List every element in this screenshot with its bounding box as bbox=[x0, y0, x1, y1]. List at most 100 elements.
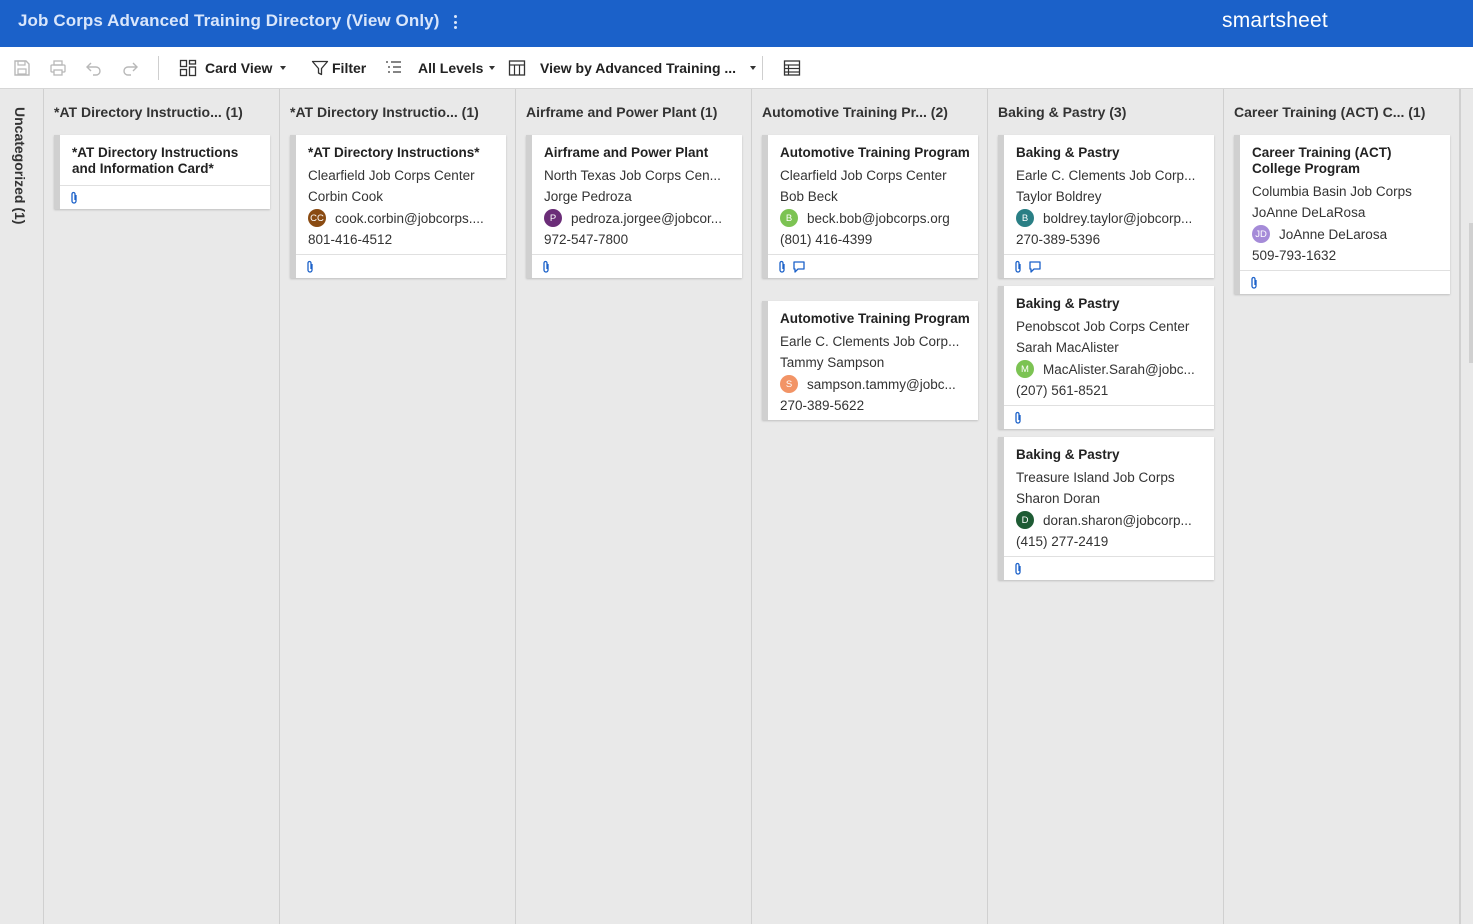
card[interactable]: Career Training (ACT) College Program Co… bbox=[1234, 135, 1450, 294]
lane-airframe: Airframe and Power Plant (1) Airframe an… bbox=[516, 89, 752, 924]
card[interactable]: Baking & Pastry Treasure Island Job Corp… bbox=[998, 437, 1214, 580]
card-email: M MacAlister.Sarah@jobc... bbox=[1016, 358, 1206, 380]
redo-icon[interactable] bbox=[120, 58, 140, 78]
card-center: North Texas Job Corps Cen... bbox=[544, 168, 721, 183]
avatar: CC bbox=[308, 209, 326, 227]
card[interactable]: Baking & Pastry Earle C. Clements Job Co… bbox=[998, 135, 1214, 278]
lane-header[interactable]: Career Training (ACT) C... (1) bbox=[1234, 104, 1454, 120]
comment-icon[interactable] bbox=[792, 260, 806, 274]
card-footer bbox=[768, 254, 978, 278]
card-title: *AT Directory Instructions* bbox=[308, 145, 480, 160]
card-footer bbox=[1240, 270, 1450, 294]
uncategorized-lane[interactable]: Uncategorized (1) bbox=[0, 89, 44, 924]
card-email-text: JoAnne DeLarosa bbox=[1279, 226, 1388, 242]
card-center: Columbia Basin Job Corps bbox=[1252, 184, 1412, 199]
card-center: Earle C. Clements Job Corp... bbox=[1016, 168, 1196, 183]
levels-icon bbox=[386, 61, 401, 73]
next-lane-card-edge bbox=[1469, 223, 1473, 363]
card-contact-name: JoAnne DeLaRosa bbox=[1252, 205, 1366, 220]
card-email: JD JoAnne DeLarosa bbox=[1252, 223, 1442, 245]
card-title: Baking & Pastry bbox=[1016, 296, 1120, 311]
card-email: D doran.sharon@jobcorp... bbox=[1016, 509, 1206, 531]
card-footer bbox=[296, 254, 506, 278]
filter-button[interactable]: Filter bbox=[311, 57, 366, 79]
card-email-text: cook.corbin@jobcorps.... bbox=[335, 210, 484, 226]
undo-icon[interactable] bbox=[84, 58, 104, 78]
card-center: Penobscot Job Corps Center bbox=[1016, 319, 1190, 334]
lane-career-training: Career Training (ACT) C... (1) Career Tr… bbox=[1224, 89, 1460, 924]
card-contact-name: Tammy Sampson bbox=[780, 355, 885, 370]
card-email-text: beck.bob@jobcorps.org bbox=[807, 210, 950, 226]
card[interactable]: Airframe and Power Plant North Texas Job… bbox=[526, 135, 742, 278]
lane-header[interactable]: Airframe and Power Plant (1) bbox=[526, 104, 746, 120]
view-by-button[interactable]: View by Advanced Training ... bbox=[508, 57, 757, 79]
card-title: Career Training (ACT) College Program bbox=[1252, 145, 1392, 176]
view-by-icon bbox=[508, 60, 526, 76]
attachment-icon[interactable] bbox=[1012, 260, 1024, 274]
lane-header[interactable]: *AT Directory Instructio... (1) bbox=[290, 104, 510, 120]
card-contact-name: Sarah MacAlister bbox=[1016, 340, 1119, 355]
more-options-icon[interactable] bbox=[450, 12, 460, 32]
card-title: Automotive Training Program bbox=[780, 311, 970, 326]
attachment-icon[interactable] bbox=[1012, 411, 1024, 425]
card-email-text: boldrey.taylor@jobcorp... bbox=[1043, 210, 1193, 226]
lane-automotive: Automotive Training Pr... (2) Automotive… bbox=[752, 89, 988, 924]
card-phone: (801) 416-4399 bbox=[780, 232, 873, 247]
card-email-text: MacAlister.Sarah@jobc... bbox=[1043, 361, 1195, 377]
avatar: D bbox=[1016, 511, 1034, 529]
avatar: B bbox=[1016, 209, 1034, 227]
card-email-text: doran.sharon@jobcorp... bbox=[1043, 512, 1192, 528]
card[interactable]: Automotive Training Program Clearfield J… bbox=[762, 135, 978, 278]
lane-header[interactable]: *AT Directory Instructio... (1) bbox=[54, 104, 274, 120]
chevron-down-icon bbox=[750, 66, 757, 70]
card-view-button[interactable]: Card View bbox=[179, 57, 287, 79]
card-board: Uncategorized (1) *AT Directory Instruct… bbox=[0, 89, 1473, 924]
grid-view-icon[interactable] bbox=[782, 58, 802, 78]
avatar: S bbox=[780, 375, 798, 393]
attachment-icon[interactable] bbox=[68, 191, 80, 205]
attachment-icon[interactable] bbox=[540, 260, 552, 274]
levels-label: All Levels bbox=[418, 60, 484, 76]
card[interactable]: *AT Directory Instructions* Clearfield J… bbox=[290, 135, 506, 278]
card-title: Airframe and Power Plant bbox=[544, 145, 709, 160]
attachment-icon[interactable] bbox=[1248, 276, 1260, 290]
card-contact-name: Corbin Cook bbox=[308, 189, 384, 204]
sheet-title[interactable]: Job Corps Advanced Training Directory (V… bbox=[18, 11, 440, 31]
toolbar-divider bbox=[762, 56, 763, 80]
card-footer bbox=[60, 185, 270, 209]
filter-label: Filter bbox=[332, 60, 367, 76]
card[interactable]: Baking & Pastry Penobscot Job Corps Cent… bbox=[998, 286, 1214, 429]
lane-at-directory-1: *AT Directory Instructio... (1) *AT Dire… bbox=[44, 89, 280, 924]
card-title: Baking & Pastry bbox=[1016, 447, 1120, 462]
attachment-icon[interactable] bbox=[776, 260, 788, 274]
card-phone: (415) 277-2419 bbox=[1016, 534, 1109, 549]
smartsheet-logo: smartsheet bbox=[1222, 9, 1328, 32]
print-icon[interactable] bbox=[48, 58, 68, 78]
card-footer bbox=[1004, 556, 1214, 580]
card-title: Baking & Pastry bbox=[1016, 145, 1120, 160]
save-icon[interactable] bbox=[12, 58, 32, 78]
card-title: *AT Directory Instructions and Informati… bbox=[72, 145, 239, 176]
card[interactable]: Automotive Training Program Earle C. Cle… bbox=[762, 301, 978, 420]
card-email: CC cook.corbin@jobcorps.... bbox=[308, 207, 498, 229]
levels-button[interactable]: All Levels bbox=[385, 57, 496, 79]
card-center: Earle C. Clements Job Corp... bbox=[780, 334, 960, 349]
lane-at-directory-2: *AT Directory Instructio... (1) *AT Dire… bbox=[280, 89, 516, 924]
card-phone: (207) 561-8521 bbox=[1016, 383, 1109, 398]
card-email: B boldrey.taylor@jobcorp... bbox=[1016, 207, 1206, 229]
card[interactable]: *AT Directory Instructions and Informati… bbox=[54, 135, 270, 209]
card-contact-name: Bob Beck bbox=[780, 189, 838, 204]
card-email: B beck.bob@jobcorps.org bbox=[780, 207, 970, 229]
attachment-icon[interactable] bbox=[304, 260, 316, 274]
lane-header[interactable]: Baking & Pastry (3) bbox=[998, 104, 1218, 120]
lane-header[interactable]: Automotive Training Pr... (2) bbox=[762, 104, 982, 120]
avatar: B bbox=[780, 209, 798, 227]
app-header: Job Corps Advanced Training Directory (V… bbox=[0, 0, 1473, 47]
card-email: S sampson.tammy@jobc... bbox=[780, 373, 970, 395]
attachment-icon[interactable] bbox=[1012, 562, 1024, 576]
card-footer bbox=[532, 254, 742, 278]
filter-icon bbox=[311, 60, 329, 76]
view-by-label: View by Advanced Training ... bbox=[540, 60, 737, 76]
comment-icon[interactable] bbox=[1028, 260, 1042, 274]
next-lane-edge bbox=[1460, 89, 1473, 924]
